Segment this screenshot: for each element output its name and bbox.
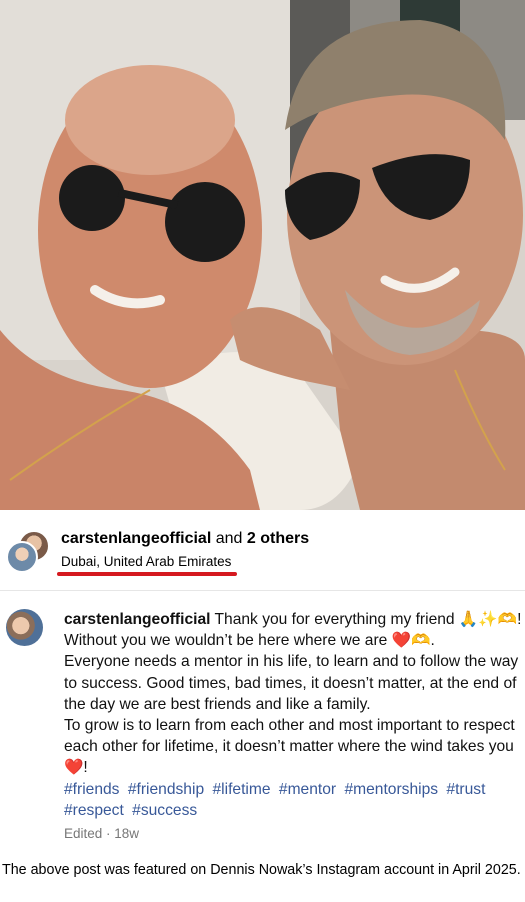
caption-username[interactable]: carstenlangeofficial <box>64 611 210 628</box>
hashtag-list: #friends #friendship #lifetime #mentor #… <box>64 779 522 821</box>
hashtag-link[interactable]: #trust <box>446 781 485 798</box>
post-meta: Edited · 18w <box>64 826 140 841</box>
avatar[interactable] <box>6 609 43 646</box>
avatar[interactable] <box>6 541 38 573</box>
hashtag-link[interactable]: #respect <box>64 802 124 819</box>
coauthors-link[interactable]: 2 others <box>247 530 309 547</box>
hashtag-link[interactable]: #lifetime <box>212 781 270 798</box>
hashtag-link[interactable]: #mentor <box>279 781 336 798</box>
hashtag-link[interactable]: #friends <box>64 781 119 798</box>
post-photo[interactable] <box>0 0 525 510</box>
post-header <box>0 510 525 591</box>
hashtag-link[interactable]: #success <box>132 802 197 819</box>
author-username[interactable]: carstenlangeofficial <box>61 530 211 547</box>
caption: carstenlangeofficial Thank you for every… <box>64 609 522 821</box>
footnote: The above post was featured on Dennis No… <box>2 862 521 878</box>
post-author-line: carstenlangeofficial and 2 others <box>61 529 309 549</box>
hashtag-link[interactable]: #friendship <box>128 781 204 798</box>
caption-paragraph-1: carstenlangeofficial Thank you for every… <box>64 609 522 651</box>
caption-paragraph-2: Everyone needs a mentor in his life, to … <box>64 653 519 713</box>
caption-paragraph-3: To grow is to learn from each other and … <box>64 717 515 777</box>
collab-avatars[interactable] <box>6 530 50 573</box>
red-underline-annotation <box>57 572 237 576</box>
coauthor-prefix: and <box>215 530 243 547</box>
hashtag-link[interactable]: #mentorships <box>344 781 438 798</box>
location-link[interactable]: Dubai, United Arab Emirates <box>61 553 231 571</box>
selfie-image <box>0 0 525 510</box>
